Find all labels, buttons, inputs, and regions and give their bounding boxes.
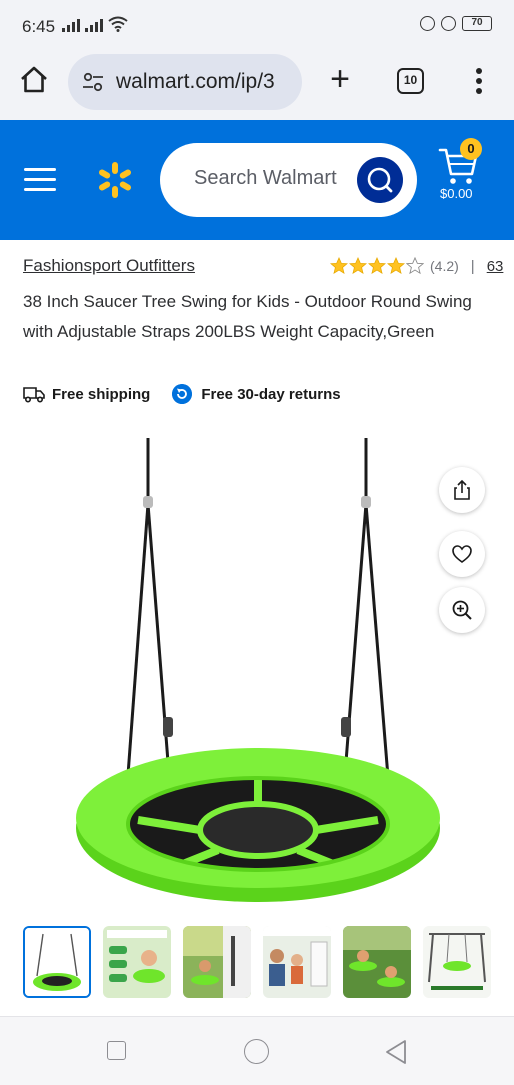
url-text: walmart.com/ip/3	[116, 70, 275, 93]
free-shipping-label: Free shipping	[52, 385, 151, 403]
browser-menu-button[interactable]	[470, 66, 488, 96]
home-button[interactable]	[244, 1039, 269, 1064]
thumbnail-image	[423, 926, 491, 998]
home-icon[interactable]	[18, 64, 50, 96]
star-full-icon	[349, 257, 367, 274]
system-navigation-bar	[0, 1016, 514, 1085]
cart-total: $0.00	[440, 186, 473, 201]
thumbnail-2[interactable]	[103, 926, 171, 998]
star-full-icon	[387, 257, 405, 274]
signal-icon	[62, 18, 80, 32]
browser-toolbar: walmart.com/ip/3 + 10	[0, 52, 514, 120]
signal-icon	[85, 18, 103, 32]
free-returns-badge: Free 30-day returns	[172, 384, 341, 404]
thumbnail-image	[263, 926, 331, 998]
wifi-icon	[108, 16, 128, 32]
status-time: 6:45	[22, 17, 56, 36]
review-count-link[interactable]: 63	[487, 258, 504, 275]
search-input[interactable]: Search Walmart	[160, 143, 417, 217]
rating-summary[interactable]: (4.2) | 63	[330, 256, 503, 276]
hamburger-menu-icon[interactable]	[24, 168, 56, 192]
share-icon	[454, 479, 470, 500]
battery-icon: 70	[462, 16, 492, 31]
zoom-in-icon	[452, 600, 472, 620]
thumbnail-6[interactable]	[423, 926, 491, 998]
walmart-spark-logo[interactable]	[95, 160, 135, 200]
heart-icon	[452, 545, 472, 563]
thumbnail-1[interactable]	[23, 926, 91, 998]
free-shipping-badge: Free shipping	[23, 384, 150, 404]
star-empty-icon	[406, 257, 424, 275]
status-right-icons: 70	[420, 16, 492, 31]
share-button[interactable]	[439, 467, 485, 513]
truck-icon	[23, 387, 45, 403]
thumbnail-4[interactable]	[263, 926, 331, 998]
favorite-button[interactable]	[439, 531, 485, 577]
dnd-icon	[420, 16, 435, 31]
recents-button[interactable]	[107, 1041, 126, 1060]
zoom-button[interactable]	[439, 587, 485, 633]
product-image[interactable]	[68, 432, 448, 912]
signal-icons	[62, 16, 128, 32]
thumbnail-image	[343, 926, 411, 998]
thumbnail-3[interactable]	[183, 926, 251, 998]
fulfillment-badges: Free shipping Free 30-day returns	[23, 382, 341, 406]
rating-stars	[330, 257, 424, 275]
thumbnail-image	[183, 926, 251, 998]
search-placeholder: Search Walmart	[194, 167, 337, 189]
search-button[interactable]	[357, 157, 403, 203]
address-bar[interactable]: walmart.com/ip/3	[68, 54, 302, 110]
site-settings-icon[interactable]	[82, 72, 104, 92]
star-full-icon	[330, 257, 348, 274]
thumbnail-image	[25, 928, 89, 996]
search-icon	[367, 167, 393, 193]
cart-count-badge: 0	[460, 138, 482, 160]
rating-value: (4.2)	[430, 258, 459, 274]
new-tab-button[interactable]: +	[324, 62, 356, 96]
free-returns-label: Free 30-day returns	[201, 385, 341, 403]
thumbnail-image	[103, 926, 171, 998]
site-header: Search Walmart	[0, 120, 514, 240]
alarm-icon	[441, 16, 456, 31]
rating-separator: |	[470, 257, 475, 275]
status-bar: 6:45 70	[0, 0, 514, 52]
thumbnail-strip	[23, 926, 491, 998]
star-full-icon	[368, 257, 386, 274]
back-button[interactable]	[384, 1039, 408, 1065]
product-title: 38 Inch Saucer Tree Swing for Kids - Out…	[23, 292, 472, 341]
thumbnail-5[interactable]	[343, 926, 411, 998]
seller-link[interactable]: Fashionsport Outfitters	[23, 256, 195, 276]
returns-icon	[172, 384, 193, 404]
tab-switcher-button[interactable]: 10	[397, 68, 424, 94]
